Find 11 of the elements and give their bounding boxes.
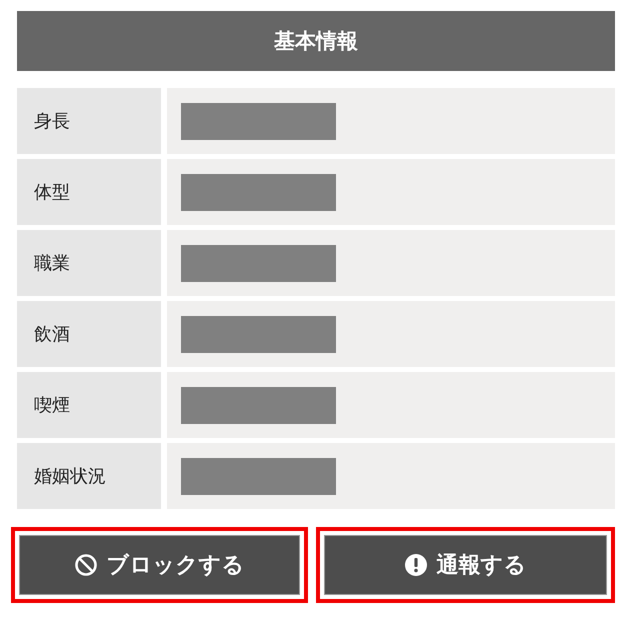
row-label: 職業 bbox=[17, 230, 161, 296]
report-button[interactable]: 通報する bbox=[324, 535, 607, 595]
row-label: 身長 bbox=[17, 88, 161, 154]
block-button[interactable]: ブロックする bbox=[19, 535, 300, 595]
exclamation-icon bbox=[404, 553, 428, 577]
row-label: 婚姻状況 bbox=[17, 443, 161, 509]
row-label: 飲酒 bbox=[17, 301, 161, 367]
row-label: 喫煙 bbox=[17, 372, 161, 438]
section-header: 基本情報 bbox=[17, 11, 615, 71]
prohibited-icon bbox=[74, 553, 98, 577]
row-label: 体型 bbox=[17, 159, 161, 225]
